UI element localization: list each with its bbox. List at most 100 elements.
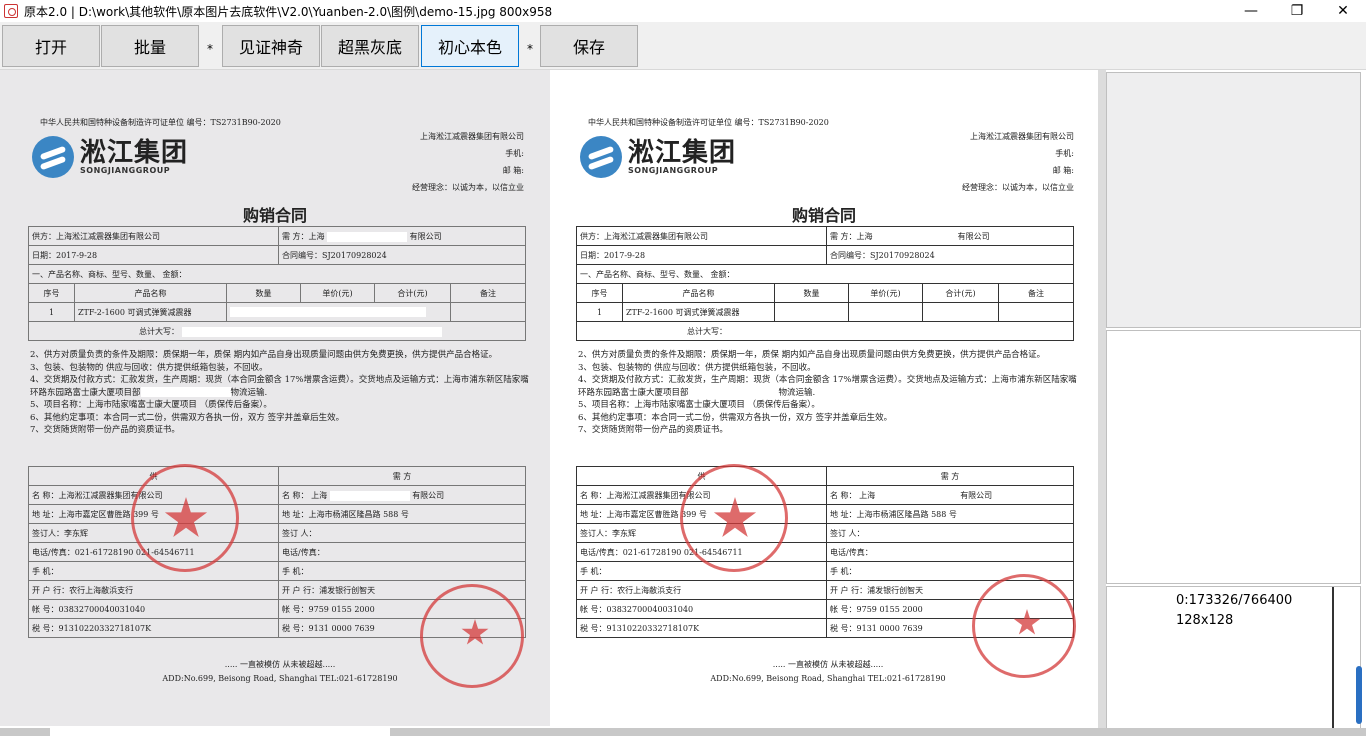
slogan: ..... 一直被模仿 从未被超越..... bbox=[224, 660, 336, 669]
redaction bbox=[877, 490, 958, 501]
col-name: 产品名称 bbox=[622, 283, 775, 303]
maximize-icon[interactable]: ❐ bbox=[1274, 0, 1320, 22]
row1-note bbox=[450, 302, 526, 322]
preview-size: 128x128 bbox=[1176, 613, 1234, 628]
contract-title: 购销合同 bbox=[242, 206, 307, 225]
term-5-tail: （质保传后备案）。 bbox=[199, 400, 272, 410]
total-row: 总计大写： bbox=[28, 321, 526, 341]
buyer-cell: 需 方：上海 有限公司 bbox=[278, 226, 526, 246]
term-4: 4、交货期及付款方式：汇款发货，生产周期：现货（本合同金额含 17%增票含运费）… bbox=[30, 374, 530, 399]
panel-divider[interactable] bbox=[1098, 70, 1106, 730]
company-seal-icon bbox=[131, 464, 239, 572]
demand-phone: 电话/传真： bbox=[278, 542, 526, 562]
super-black-button[interactable]: 超黑灰底 bbox=[321, 25, 419, 67]
demand-name: 名 称： 上海 有限公司 bbox=[826, 485, 1074, 505]
scrollbar-thumb[interactable] bbox=[1356, 666, 1362, 724]
redaction bbox=[230, 307, 426, 317]
term-7: 7、交货随货附带一份产品的资质证书。 bbox=[30, 425, 180, 435]
histogram-line bbox=[1332, 587, 1334, 729]
minimize-icon[interactable]: — bbox=[1228, 0, 1274, 22]
term-4-tail: 物流运输. bbox=[230, 387, 268, 398]
motto: 经营理念：以诚为本，以信立业 bbox=[412, 183, 524, 192]
separator-star: * bbox=[207, 42, 213, 56]
col-total: 合计(元) bbox=[374, 283, 451, 303]
redaction bbox=[327, 231, 408, 242]
section1-cell: 一、产品名称、商标、型号、数量、 金额： bbox=[28, 264, 526, 284]
contract-terms: 2、供方对质量负责的条件及期限：质保期一年，质保 期内如产品自身出现质量问题由供… bbox=[578, 349, 1078, 437]
original-image: 中华人民共和国特种设备制造许可证单位 编号：TS2731B90-2020 淞江集… bbox=[0, 70, 550, 726]
demand-signer: 签订 人： bbox=[826, 523, 1074, 543]
date-cell: 日期：2017-9-28 bbox=[28, 245, 279, 265]
open-button[interactable]: 打开 bbox=[2, 25, 100, 67]
slogan: ..... 一直被模仿 从未被超越..... bbox=[772, 660, 884, 669]
supplier-account: 帐 号：03832700040031040 bbox=[28, 599, 279, 619]
doc-footer: ..... 一直被模仿 从未被超越..... ADD:No.699, Beiso… bbox=[678, 658, 978, 686]
demand-name-tail: 有限公司 bbox=[412, 490, 445, 500]
term-6: 6、其他约定事项：本合同一式二份，供需双方各执一份，双方 签字并盖章后生效。 bbox=[578, 412, 893, 423]
contract-header-table: 供方：上海淞江减震器集团有限公司 需 方：上海 有限公司 日期：2017-9-2… bbox=[576, 226, 1074, 284]
party-demand: 需 方 bbox=[278, 466, 526, 486]
pixel-info: 0:173326/766400 128x128 bbox=[1176, 591, 1292, 631]
window-title: 原本2.0 | D:\work\其他软件\原本图片去底软件\V2.0\Yuanb… bbox=[24, 4, 553, 19]
term-4: 4、交货期及付款方式：汇款发货，生产周期：现货（本合同金额含 17%增票含运费）… bbox=[578, 374, 1078, 399]
term-5: 5、项目名称：上海市陆家嘴富士康大厦项目 （质保传后备案）。 bbox=[30, 399, 530, 412]
demand-signer: 签订 人： bbox=[278, 523, 526, 543]
row1-note bbox=[998, 302, 1074, 322]
col-name: 产品名称 bbox=[74, 283, 227, 303]
supplier-tax: 税 号：91310220332718107K bbox=[28, 618, 279, 638]
email-label: 邮 箱: bbox=[502, 166, 524, 175]
original-color-button[interactable]: 初心本色 bbox=[421, 25, 519, 67]
buyer-label: 需 方：上海 bbox=[830, 231, 873, 241]
contract-no-cell: 合同编号：SJ20170928024 bbox=[278, 245, 526, 265]
col-note: 备注 bbox=[998, 283, 1074, 303]
col-note: 备注 bbox=[450, 283, 526, 303]
processed-preview-panel bbox=[1106, 330, 1361, 584]
term-5-text: 5、项目名称：上海市陆家嘴富士康大厦项目 bbox=[578, 400, 745, 410]
witness-button[interactable]: 见证神奇 bbox=[222, 25, 320, 67]
demand-phone: 电话/传真： bbox=[826, 542, 1074, 562]
logo-name: 淞江集团 bbox=[80, 137, 189, 168]
app-icon bbox=[4, 4, 18, 18]
term-2: 2、供方对质量负责的条件及期限：质保期一年，质保 期内如产品自身出现质量问题由供… bbox=[578, 350, 1046, 360]
status-segment bbox=[50, 728, 390, 736]
processed-image: 中华人民共和国特种设备制造许可证单位 编号：TS2731B90-2020 淞江集… bbox=[550, 70, 1098, 726]
redaction bbox=[688, 387, 779, 397]
row1-no: 1 bbox=[576, 302, 623, 322]
supplier-mobile: 手 机： bbox=[576, 561, 827, 581]
buyer-suffix: 有限公司 bbox=[409, 231, 442, 241]
save-button[interactable]: 保存 bbox=[540, 25, 638, 67]
term-5-text: 5、项目名称：上海市陆家嘴富士康大厦项目 bbox=[30, 400, 197, 410]
batch-button[interactable]: 批量 bbox=[101, 25, 199, 67]
contract-terms: 2、供方对质量负责的条件及期限：质保期一年，质保 期内如产品自身出现质量问题由供… bbox=[30, 349, 530, 437]
buyer-cell: 需 方：上海 有限公司 bbox=[826, 226, 1074, 246]
row1-redacted bbox=[226, 302, 451, 322]
supplier-bank: 开 户 行：农行上海敝浜支行 bbox=[576, 580, 827, 600]
status-bar bbox=[0, 728, 1366, 736]
zoom-preview-panel bbox=[1106, 72, 1361, 328]
contract-header-table: 供方：上海淞江减震器集团有限公司 需 方：上海 有限公司 日期：2017-9-2… bbox=[28, 226, 526, 284]
term-2: 2、供方对质量负责的条件及期限：质保期一年，质保 期内如产品自身出现质量问题由供… bbox=[30, 350, 498, 360]
company-name: 上海淞江减震器集团有限公司 bbox=[420, 132, 524, 141]
term-5: 5、项目名称：上海市陆家嘴富士康大厦项目 （质保传后备案）。 bbox=[578, 399, 1078, 412]
term-4-tail: 物流运输. bbox=[778, 387, 816, 398]
total-row: 总计大写： bbox=[576, 321, 1074, 341]
motto: 经营理念：以诚为本，以信立业 bbox=[962, 183, 1074, 192]
license-line: 中华人民共和国特种设备制造许可证单位 编号：TS2731B90-2020 bbox=[588, 118, 829, 127]
buyer-label: 需 方：上海 bbox=[282, 231, 325, 241]
col-price: 单价(元) bbox=[848, 283, 923, 303]
license-line: 中华人民共和国特种设备制造许可证单位 编号：TS2731B90-2020 bbox=[40, 118, 281, 127]
date-cell: 日期：2017-9-28 bbox=[576, 245, 827, 265]
logo-name: 淞江集团 bbox=[628, 137, 737, 168]
phone-label: 手机: bbox=[505, 149, 524, 158]
histogram-panel: 0:173326/766400 128x128 bbox=[1106, 586, 1361, 730]
project-seal-icon bbox=[972, 574, 1076, 678]
close-icon[interactable]: ✕ bbox=[1320, 0, 1366, 22]
supplier-cell: 供方：上海淞江减震器集团有限公司 bbox=[28, 226, 279, 246]
term-5-tail: （质保传后备案）。 bbox=[747, 400, 820, 410]
company-logo: 淞江集团 SONGJIANGGROUP bbox=[580, 136, 736, 178]
company-seal-icon bbox=[680, 464, 788, 572]
supplier-mobile: 手 机： bbox=[28, 561, 279, 581]
address: ADD:No.699, Beisong Road, Shanghai TEL:0… bbox=[162, 674, 398, 683]
row1-name: ZTF-2-1600 可调式弹簧减震器 bbox=[622, 302, 775, 322]
col-no: 序号 bbox=[576, 283, 623, 303]
